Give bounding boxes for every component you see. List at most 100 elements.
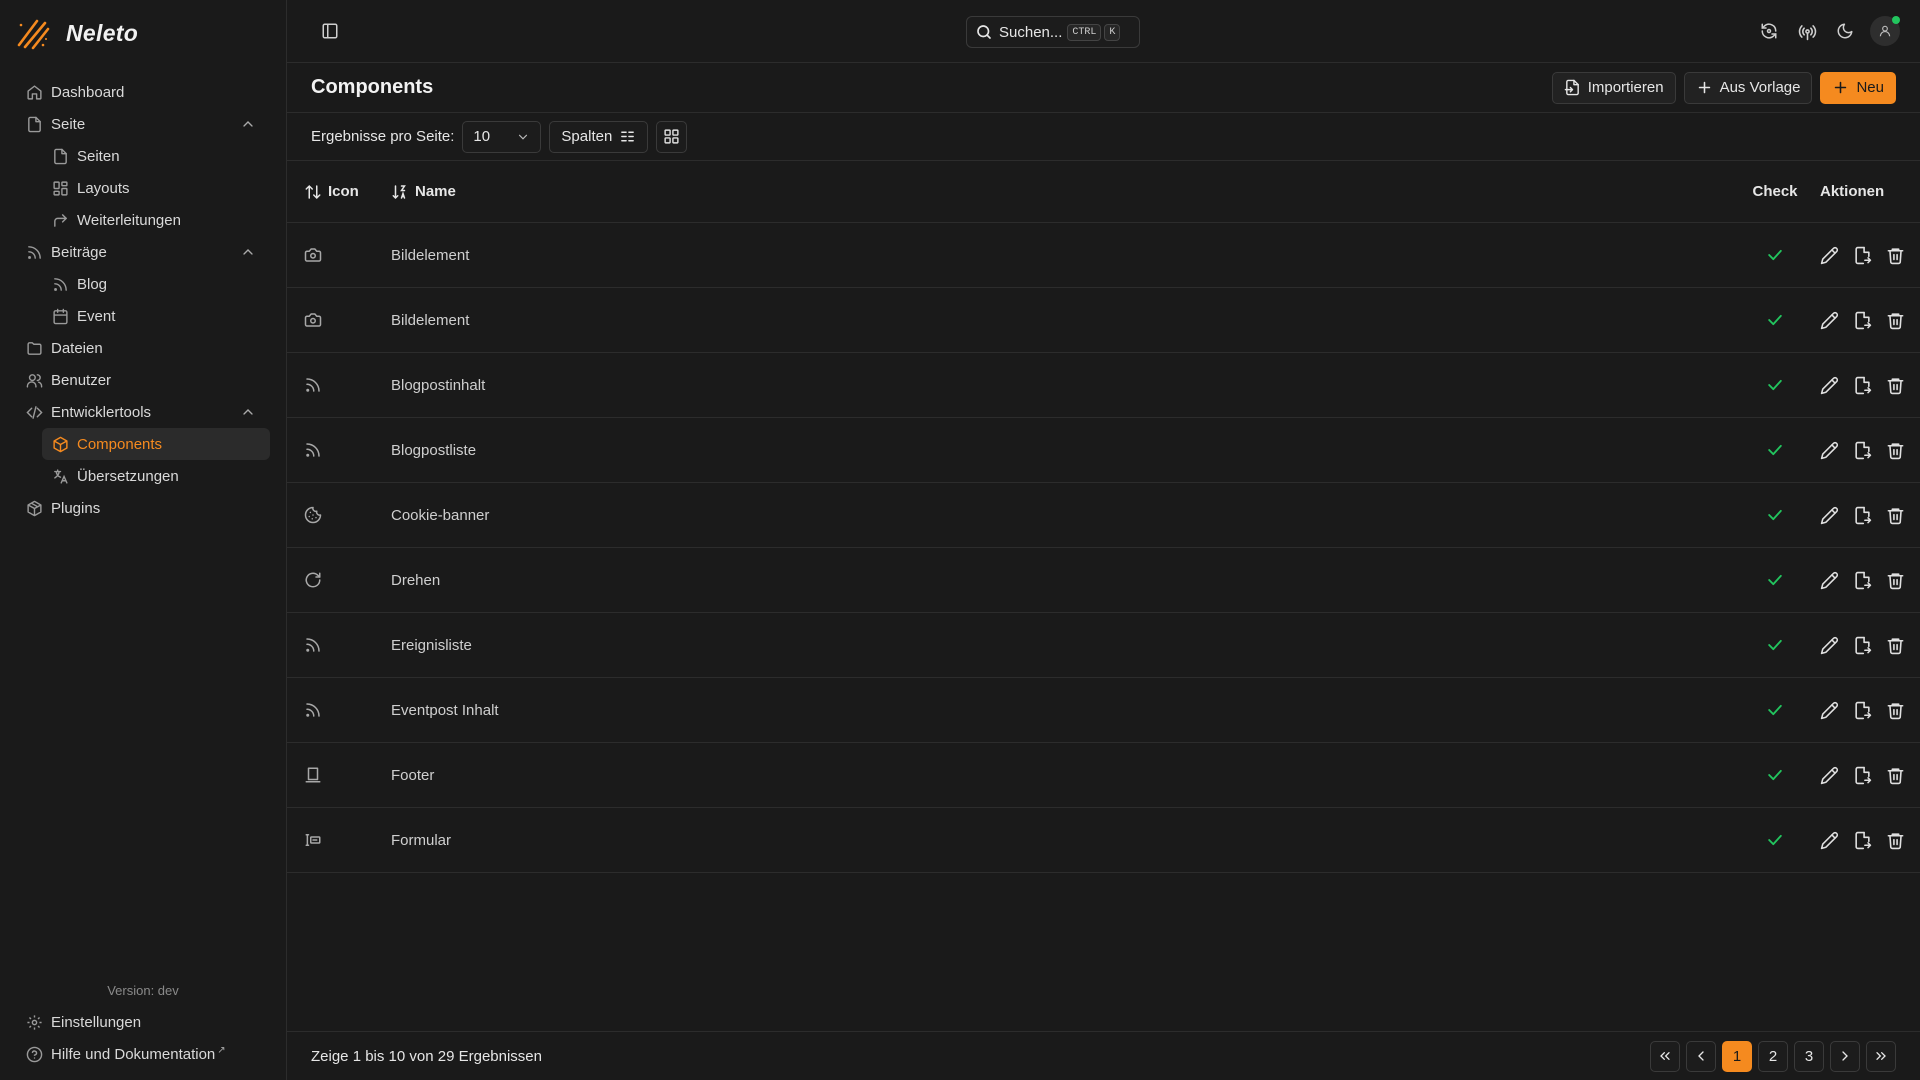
trash-icon[interactable] <box>1886 636 1905 655</box>
cell-actions <box>1820 547 1920 613</box>
sidebar-item-seite[interactable]: Seite <box>16 108 270 140</box>
table-row[interactable]: Formular <box>287 807 1920 873</box>
trash-icon[interactable] <box>1886 246 1905 265</box>
page-header: Components Importieren Aus Vorlage Neu <box>287 63 1920 113</box>
edit-icon[interactable] <box>1820 376 1839 395</box>
sidebar-item-benutzer[interactable]: Benutzer <box>16 364 270 396</box>
refresh-button[interactable] <box>1756 18 1782 44</box>
sidebar-item-einstellungen[interactable]: Einstellungen <box>16 1006 270 1038</box>
sidebar-item-uebersetzungen[interactable]: Übersetzungen <box>42 460 270 492</box>
prev-page-button[interactable] <box>1686 1040 1716 1072</box>
chevron-up-icon[interactable] <box>240 116 256 132</box>
page-button-2[interactable]: 2 <box>1758 1040 1788 1072</box>
sidebar-item-layouts[interactable]: Layouts <box>42 172 270 204</box>
cell-check <box>1730 612 1820 678</box>
sidebar-item-label: Hilfe und Dokumentation ↗ <box>51 1045 226 1063</box>
last-page-button[interactable] <box>1866 1040 1896 1072</box>
duplicate-icon[interactable] <box>1853 831 1872 850</box>
component-name: Drehen <box>391 571 441 589</box>
camera-icon <box>304 313 322 327</box>
footer-icon <box>305 767 321 783</box>
header-label: Name <box>415 183 456 200</box>
trash-icon[interactable] <box>1886 701 1905 720</box>
sidebar-item-weiterleitungen[interactable]: Weiterleitungen <box>42 204 270 236</box>
first-page-button[interactable] <box>1650 1040 1680 1072</box>
plus-icon <box>1698 81 1710 94</box>
toggle-sidebar-button[interactable] <box>317 18 343 44</box>
from-template-button[interactable]: Aus Vorlage <box>1683 71 1813 104</box>
page-button-1[interactable]: 1 <box>1722 1040 1752 1072</box>
sidebar-item-beitraege[interactable]: Beiträge <box>16 236 270 268</box>
duplicate-icon[interactable] <box>1853 766 1872 785</box>
trash-icon[interactable] <box>1886 441 1905 460</box>
chevron-up-icon[interactable] <box>240 404 256 420</box>
edit-icon[interactable] <box>1820 571 1839 590</box>
per-page-select[interactable]: 10 <box>462 120 542 153</box>
table-row[interactable]: Ereignisliste <box>287 612 1920 678</box>
column-header-name[interactable]: Name <box>391 161 1730 223</box>
trash-icon[interactable] <box>1886 376 1905 395</box>
duplicate-icon[interactable] <box>1853 636 1872 655</box>
page-title: Components <box>311 76 434 98</box>
duplicate-icon[interactable] <box>1853 246 1872 265</box>
edit-icon[interactable] <box>1820 246 1839 265</box>
sidebar-nav: Dashboard Seite Seiten Layouts Weiterlei… <box>0 66 286 524</box>
sidebar-item-blog[interactable]: Blog <box>42 268 270 300</box>
edit-icon[interactable] <box>1820 441 1839 460</box>
sidebar-item-components[interactable]: Components <box>42 428 270 460</box>
trash-icon[interactable] <box>1886 311 1905 330</box>
table-row[interactable]: Bildelement <box>287 287 1920 353</box>
table-row[interactable]: Bildelement <box>287 222 1920 288</box>
trash-icon[interactable] <box>1886 506 1905 525</box>
table-row[interactable]: Footer <box>287 742 1920 808</box>
table-row[interactable]: Blogpostliste <box>287 417 1920 483</box>
sidebar-item-entwicklertools[interactable]: Entwicklertools <box>16 396 270 428</box>
help-icon <box>26 1046 43 1062</box>
edit-icon[interactable] <box>1820 636 1839 655</box>
duplicate-icon[interactable] <box>1853 441 1872 460</box>
sidebar-item-plugins[interactable]: Plugins <box>16 492 270 524</box>
import-button[interactable]: Importieren <box>1551 71 1676 104</box>
edit-icon[interactable] <box>1820 311 1839 330</box>
duplicate-icon[interactable] <box>1853 506 1872 525</box>
sidebar-item-hilfe[interactable]: Hilfe und Dokumentation ↗ <box>16 1038 270 1070</box>
sidebar-item-event[interactable]: Event <box>42 300 270 332</box>
column-header-icon[interactable]: Icon <box>287 161 391 223</box>
grid-view-button[interactable] <box>656 120 688 153</box>
next-page-button[interactable] <box>1830 1040 1860 1072</box>
table-row[interactable]: Blogpostinhalt <box>287 352 1920 418</box>
sidebar-item-dashboard[interactable]: Dashboard <box>16 76 270 108</box>
edit-icon[interactable] <box>1820 506 1839 525</box>
edit-icon[interactable] <box>1820 766 1839 785</box>
table-row[interactable]: Drehen <box>287 547 1920 613</box>
broadcast-button[interactable] <box>1794 18 1820 44</box>
new-button[interactable]: Neu <box>1820 71 1896 104</box>
duplicate-icon[interactable] <box>1853 701 1872 720</box>
chevron-up-icon[interactable] <box>240 244 256 260</box>
search-button[interactable]: Suchen... CTRL K <box>966 16 1140 48</box>
edit-icon[interactable] <box>1820 831 1839 850</box>
duplicate-icon[interactable] <box>1853 376 1872 395</box>
trash-icon[interactable] <box>1886 571 1905 590</box>
rotate-icon <box>305 572 321 588</box>
duplicate-icon[interactable] <box>1853 571 1872 590</box>
cell-icon <box>287 482 391 548</box>
check-icon <box>1768 444 1782 456</box>
table-row[interactable]: Cookie-banner <box>287 482 1920 548</box>
page-button-3[interactable]: 3 <box>1794 1040 1824 1072</box>
brand[interactable]: Neleto <box>0 0 286 66</box>
pagination: 1 2 3 <box>1650 1040 1896 1072</box>
duplicate-icon[interactable] <box>1853 311 1872 330</box>
sidebar-item-seiten[interactable]: Seiten <box>42 140 270 172</box>
search-label: Suchen... <box>999 23 1063 41</box>
trash-icon[interactable] <box>1886 766 1905 785</box>
table-row[interactable]: Eventpost Inhalt <box>287 677 1920 743</box>
columns-button[interactable]: Spalten <box>549 120 649 153</box>
sidebar-item-dateien[interactable]: Dateien <box>16 332 270 364</box>
cell-icon <box>287 677 391 743</box>
check-icon <box>1768 249 1782 261</box>
avatar[interactable] <box>1870 16 1900 46</box>
edit-icon[interactable] <box>1820 701 1839 720</box>
trash-icon[interactable] <box>1886 831 1905 850</box>
theme-toggle-button[interactable] <box>1832 18 1858 44</box>
